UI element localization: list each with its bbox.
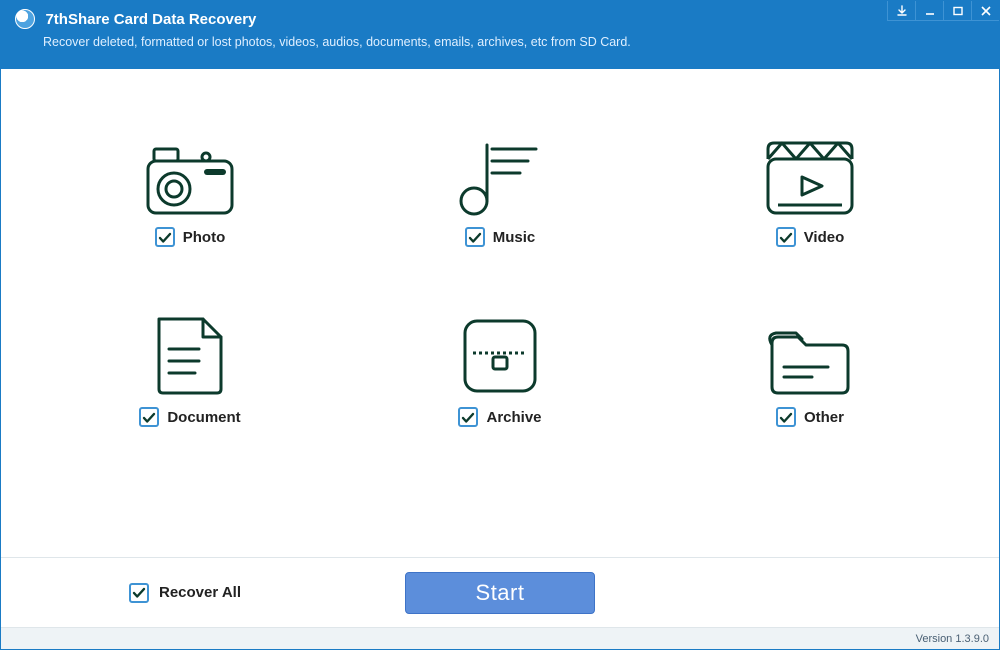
category-document[interactable]: Document [95,317,285,427]
version-label: Version 1.3.9.0 [916,633,989,645]
recover-all-toggle[interactable]: Recover All [129,583,241,603]
other-checkbox[interactable] [776,407,796,427]
check-icon [158,231,172,245]
other-label: Other [804,409,844,426]
title-bar: 7thShare Card Data Recovery Recover dele… [1,1,999,69]
check-icon [468,231,482,245]
video-icon [764,137,856,217]
recover-all-checkbox[interactable] [129,583,149,603]
archive-checkbox[interactable] [458,407,478,427]
app-title: 7thShare Card Data Recovery [45,11,256,28]
music-checkbox[interactable] [465,227,485,247]
video-checkbox[interactable] [776,227,796,247]
document-label: Document [167,409,240,426]
check-icon [461,411,475,425]
app-logo-icon [15,9,35,29]
download-button[interactable] [887,1,915,21]
category-other[interactable]: Other [715,317,905,427]
check-icon [132,586,146,600]
start-button[interactable]: Start [405,572,595,614]
check-icon [142,411,156,425]
photo-label: Photo [183,229,226,246]
category-music[interactable]: Music [405,137,595,247]
minimize-button[interactable] [915,1,943,21]
close-button[interactable] [971,1,999,21]
photo-icon [144,137,236,217]
other-icon [762,317,858,397]
category-photo[interactable]: Photo [95,137,285,247]
category-video[interactable]: Video [715,137,905,247]
minimize-icon [924,5,936,17]
archive-label: Archive [486,409,541,426]
download-icon [896,5,908,17]
recover-all-label: Recover All [159,584,241,601]
close-icon [980,5,992,17]
category-grid: Photo Music [95,137,905,427]
maximize-button[interactable] [943,1,971,21]
category-archive[interactable]: Archive [405,317,595,427]
document-checkbox[interactable] [139,407,159,427]
maximize-icon [952,5,964,17]
footer-bar: Recover All Start [1,557,999,627]
music-label: Music [493,229,536,246]
archive-icon [459,317,541,397]
photo-checkbox[interactable] [155,227,175,247]
app-subtitle: Recover deleted, formatted or lost photo… [43,35,999,49]
status-bar: Version 1.3.9.0 [1,627,999,649]
main-content: Photo Music [1,69,999,557]
video-label: Video [804,229,845,246]
check-icon [779,411,793,425]
check-icon [779,231,793,245]
window-controls [887,1,999,21]
music-icon [454,137,546,217]
document-icon [151,317,229,397]
start-button-label: Start [476,580,525,606]
